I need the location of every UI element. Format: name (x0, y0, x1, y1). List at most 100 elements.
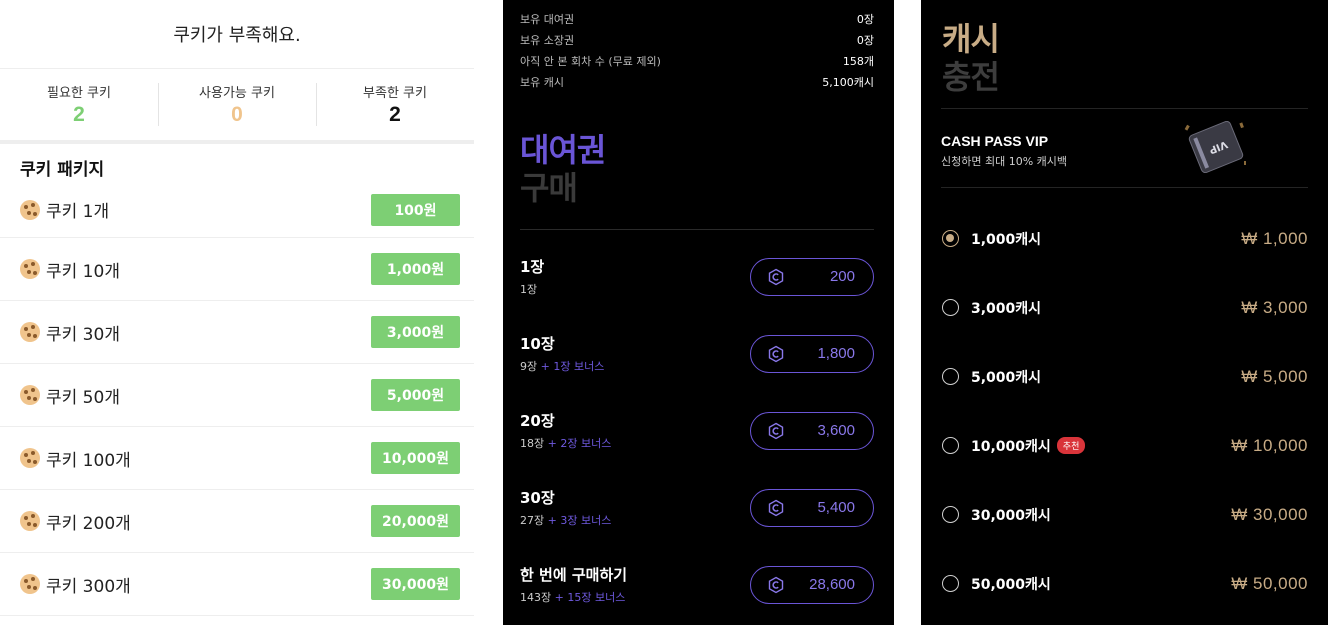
option-count: 143장 (520, 591, 552, 604)
cookie-package-item[interactable]: 쿠키 300개 30,000원 (0, 553, 474, 616)
cookie-panel-title: 쿠키가 부족해요. (0, 0, 474, 69)
cookie-icon (20, 385, 40, 405)
package-label: 쿠키 100개 (46, 450, 131, 471)
cash-option[interactable]: 1,000캐시 ₩ 1,000 (921, 204, 1328, 273)
package-label-group: 쿠키 200개 (20, 509, 131, 534)
info-label: 보유 대여권 (520, 12, 575, 26)
option-bonus: + 2장 보너스 (547, 437, 612, 450)
recommend-badge: 추천 (1056, 437, 1086, 454)
radio-button[interactable] (942, 299, 959, 316)
rental-info: 보유 대여권 0장 보유 소장권 0장 아직 안 본 회차 수 (무료 제외) 158개 보… (503, 0, 894, 92)
rental-option[interactable]: 20장 18장 + 2장 보너스 3,600 (503, 392, 894, 469)
cash-option-label-group: 1,000캐시 (942, 229, 1041, 249)
rental-heading: 대여권 구매 (503, 131, 894, 207)
cash-amount: 3,000캐시 (971, 300, 1042, 317)
option-count: 27장 (520, 514, 545, 527)
cookie-panel: 쿠키가 부족해요. 필요한 쿠키 2 사용가능 쿠키 0 부족한 쿠키 2 쿠키… (0, 0, 474, 625)
package-label-group: 쿠키 1개 (20, 197, 109, 222)
cash-option[interactable]: 3,000캐시 ₩ 3,000 (921, 273, 1328, 342)
price-value: 3,600 (817, 422, 855, 439)
buy-button[interactable]: 1,800 (750, 334, 874, 373)
cash-option[interactable]: 30,000캐시 ₩ 30,000 (921, 480, 1328, 549)
rental-panel: 보유 대여권 0장 보유 소장권 0장 아직 안 본 회차 수 (무료 제외) 158개 보… (503, 0, 894, 625)
price-button[interactable]: 20,000원 (371, 505, 460, 537)
option-name: 30장 (520, 489, 555, 507)
heading-secondary: 구매 (520, 169, 578, 207)
option-name: 10장 (520, 335, 555, 353)
cash-price: ₩ 3,000 (1241, 297, 1308, 317)
coin-icon (768, 422, 784, 439)
price-button[interactable]: 30,000원 (371, 568, 460, 600)
option-text: 10장 9장 + 1장 보너스 (520, 333, 604, 374)
stat-label: 사용가능 쿠키 (199, 86, 275, 101)
stat-value: 2 (73, 103, 85, 126)
price-button[interactable]: 1,000원 (371, 253, 460, 285)
rental-option[interactable]: 1장 1장 200 (503, 238, 894, 315)
cash-option-label-group: 30,000캐시 (942, 505, 1051, 525)
package-label-group: 쿠키 100개 (20, 446, 131, 471)
stat-value: 0 (231, 103, 243, 126)
package-label-group: 쿠키 10개 (20, 257, 120, 282)
cash-panel: 캐시 충전 CASH PASS VIP 신청하면 최대 10% 캐시백 VIP … (921, 0, 1328, 625)
buy-button[interactable]: 28,600 (750, 565, 874, 604)
rental-option[interactable]: 10장 9장 + 1장 보너스 1,800 (503, 315, 894, 392)
package-label: 쿠키 1개 (46, 202, 110, 222)
cash-option[interactable]: 50,000캐시 ₩ 50,000 (921, 549, 1328, 618)
info-label: 보유 소장권 (520, 33, 575, 47)
buy-button[interactable]: 5,400 (750, 488, 874, 527)
screenshot-stage: 쿠키가 부족해요. 필요한 쿠키 2 사용가능 쿠키 0 부족한 쿠키 2 쿠키… (0, 0, 1328, 625)
price-value: 1,800 (817, 345, 855, 362)
price-button[interactable]: 100원 (371, 193, 460, 226)
cookie-package-item[interactable]: 쿠키 100개 10,000원 (0, 427, 474, 490)
cookie-package-item[interactable]: 쿠키 10개 1,000원 (0, 238, 474, 301)
option-text: 20장 18장 + 2장 보너스 (520, 410, 611, 451)
price-button[interactable]: 10,000원 (371, 442, 460, 474)
price-value: 200 (829, 268, 855, 285)
coin-icon (768, 345, 784, 362)
option-name: 한 번에 구매하기 (520, 566, 628, 584)
radio-button[interactable] (942, 575, 959, 592)
cash-price: ₩ 5,000 (1241, 366, 1308, 386)
option-text: 1장 1장 (520, 256, 544, 297)
package-label-group: 쿠키 30개 (20, 320, 120, 345)
rental-option[interactable]: 한 번에 구매하기 143장 + 15장 보너스 28,600 (503, 546, 894, 623)
cookie-stats: 필요한 쿠키 2 사용가능 쿠키 0 부족한 쿠키 2 (0, 69, 474, 144)
cookie-package-item[interactable]: 쿠키 50개 5,000원 (0, 364, 474, 427)
rental-option[interactable]: 30장 27장 + 3장 보너스 5,400 (503, 469, 894, 546)
price-button[interactable]: 3,000원 (371, 316, 460, 348)
radio-button[interactable] (942, 437, 959, 454)
stat-label: 부족한 쿠키 (363, 86, 427, 101)
cash-price: ₩ 1,000 (1241, 228, 1308, 248)
cookie-icon (20, 199, 40, 220)
option-text: 한 번에 구매하기 143장 + 15장 보너스 (520, 564, 627, 605)
info-value: 0장 (856, 12, 874, 26)
option-bonus: + 1장 보너스 (540, 360, 605, 373)
info-label: 아직 안 본 회차 수 (무료 제외) (520, 54, 661, 68)
cash-option-label-group: 3,000캐시 (942, 298, 1041, 318)
cookie-package-item[interactable]: 쿠키 30개 3,000원 (0, 301, 474, 364)
rental-options-list: 1장 1장 200 10장 9장 + 1장 보너스 1,800 20장 18장 + 2장 보너… (503, 238, 894, 623)
option-count: 9장 (520, 360, 538, 373)
info-value: 5,100캐시 (822, 75, 874, 89)
cash-amount: 10,000캐시 (971, 438, 1051, 455)
price-button[interactable]: 5,000원 (371, 379, 460, 411)
cash-option-label-group: 50,000캐시 (942, 574, 1051, 594)
info-label: 보유 캐시 (520, 75, 564, 89)
banner-subtitle: 신청하면 최대 10% 캐시백 (941, 155, 1068, 168)
radio-button[interactable] (942, 230, 959, 247)
radio-button[interactable] (942, 368, 959, 385)
cash-pass-banner[interactable]: CASH PASS VIP 신청하면 최대 10% 캐시백 VIP (941, 108, 1308, 188)
cash-option[interactable]: 10,000캐시 추천 ₩ 10,000 (921, 411, 1328, 480)
buy-button[interactable]: 3,600 (750, 411, 874, 450)
cash-option-label-group: 10,000캐시 추천 (942, 436, 1086, 456)
coin-icon (768, 499, 784, 516)
cookie-package-item[interactable]: 쿠키 1개 100원 (0, 182, 474, 238)
cookie-package-item[interactable]: 쿠키 200개 20,000원 (0, 490, 474, 553)
radio-button[interactable] (942, 506, 959, 523)
option-count: 1장 (520, 283, 538, 296)
cash-option[interactable]: 5,000캐시 ₩ 5,000 (921, 342, 1328, 411)
buy-button[interactable]: 200 (750, 257, 874, 296)
price-value: 5,400 (817, 499, 855, 516)
info-row: 보유 대여권 0장 (520, 8, 874, 29)
package-label: 쿠키 10개 (46, 261, 120, 282)
